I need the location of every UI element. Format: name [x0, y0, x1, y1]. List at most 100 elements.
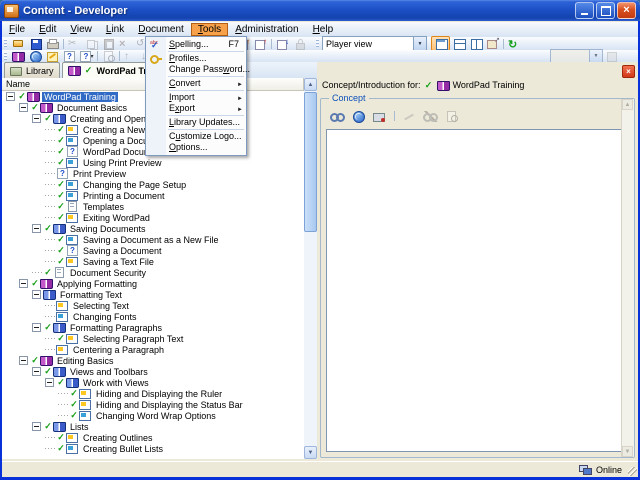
tree-item[interactable]: Lists	[2, 421, 304, 432]
menu-customize-logo[interactable]: Customize Logo...	[146, 131, 246, 142]
menubar-item[interactable]: Edit	[32, 23, 63, 36]
tree-item[interactable]: Views and Toolbars	[2, 366, 304, 377]
menubar-item[interactable]: Link	[99, 23, 131, 36]
title-bar[interactable]: Content - Developer ×	[0, 0, 640, 21]
collapse-expander-icon[interactable]	[19, 356, 28, 365]
edit-properties-button[interactable]	[44, 50, 61, 62]
tree-item[interactable]: Changing Fonts	[2, 311, 304, 322]
scroll-up-icon[interactable]: ▲	[304, 78, 317, 91]
tree-scrollbar[interactable]: ▲ ▼	[304, 78, 317, 459]
concept-editor[interactable]	[326, 129, 629, 452]
refresh-button[interactable]	[506, 38, 523, 50]
preview-link-button[interactable]	[443, 110, 460, 122]
collapse-expander-icon[interactable]	[45, 378, 54, 387]
menu-spelling[interactable]: Spelling... F7	[146, 38, 246, 51]
menu-options[interactable]: Options...	[146, 142, 246, 153]
menu-import[interactable]: Import	[146, 92, 246, 103]
split-vertical-view-button[interactable]	[467, 38, 484, 50]
tree-item[interactable]: Print Preview	[2, 168, 304, 179]
collapse-expander-icon[interactable]	[32, 422, 41, 431]
pane-close-icon[interactable]	[622, 65, 635, 78]
tree-item[interactable]: Saving a Document	[2, 245, 304, 256]
paste-button[interactable]	[100, 38, 117, 50]
maximize-button[interactable]	[596, 2, 615, 19]
open-button[interactable]	[10, 38, 27, 50]
tree-item[interactable]: Hiding and Displaying the Ruler	[2, 388, 304, 399]
tree-item[interactable]: Creating Outlines	[2, 432, 304, 443]
tree-item[interactable]: Editing Basics	[2, 355, 304, 366]
collapse-expander-icon[interactable]	[32, 290, 41, 299]
tree-item[interactable]: Hiding and Displaying the Status Bar	[2, 399, 304, 410]
menubar-item[interactable]: Help	[306, 23, 341, 36]
resize-grip[interactable]	[628, 467, 637, 476]
menu-convert[interactable]: Convert	[146, 78, 246, 89]
question-button[interactable]	[61, 50, 78, 62]
toolbar-drag-handle[interactable]	[4, 51, 7, 61]
collapse-expander-icon[interactable]	[19, 279, 28, 288]
menubar-item[interactable]: Administration	[228, 23, 305, 36]
insert-file-link-button[interactable]	[371, 110, 388, 122]
tree-item[interactable]: Creating Bullet Lists	[2, 443, 304, 454]
tree-item[interactable]: Formatting Text	[2, 289, 304, 300]
tree-item[interactable]: Formatting Paragraphs	[2, 322, 304, 333]
copy-button[interactable]	[83, 38, 100, 50]
menu-profiles[interactable]: Profiles...	[146, 53, 246, 64]
menubar-item[interactable]: Document	[131, 23, 191, 36]
edit-button[interactable]	[401, 110, 418, 122]
tree-item[interactable]: Exiting WordPad	[2, 212, 304, 223]
tree-item[interactable]: Using Print Preview	[2, 157, 304, 168]
delete-button[interactable]	[117, 38, 134, 50]
check-out-button[interactable]	[252, 37, 269, 50]
menu-change-password[interactable]: Change Password...	[146, 64, 250, 75]
tree-item[interactable]: Printing a Document	[2, 190, 304, 201]
import-content-button[interactable]	[274, 37, 291, 50]
move-up-button[interactable]	[122, 50, 139, 62]
collapse-expander-icon[interactable]	[32, 367, 41, 376]
tree-item[interactable]: Saving a Document as a New File	[2, 234, 304, 245]
collapse-expander-icon[interactable]	[32, 224, 41, 233]
go-button[interactable]	[603, 50, 620, 62]
new-lesson-button[interactable]	[10, 50, 27, 62]
preview-button[interactable]	[100, 50, 117, 62]
close-button[interactable]: ×	[617, 2, 636, 19]
editor-scrollbar[interactable]: ▲ ▼	[621, 99, 634, 457]
print-button[interactable]	[44, 38, 61, 50]
toolbar-drag-handle[interactable]	[316, 39, 319, 48]
cut-button[interactable]	[66, 38, 83, 50]
split-horizontal-view-button[interactable]	[450, 38, 467, 50]
tree-item[interactable]: Saving Documents	[2, 223, 304, 234]
tree-item[interactable]: Selecting Text	[2, 300, 304, 311]
menubar-item[interactable]: File	[2, 23, 32, 36]
chevron-down-icon[interactable]	[413, 37, 426, 50]
insert-link-button[interactable]	[329, 110, 346, 122]
tree-item[interactable]: Work with Views	[2, 377, 304, 388]
scroll-down-icon[interactable]: ▼	[304, 446, 317, 459]
tree-item[interactable]: Applying Formatting	[2, 278, 304, 289]
single-pane-view-button[interactable]	[431, 36, 450, 51]
tree-item[interactable]: Saving a Text File	[2, 256, 304, 267]
menu-export[interactable]: Export	[146, 103, 246, 114]
float-view-button[interactable]	[484, 36, 501, 50]
toolbar-drag-handle[interactable]	[4, 39, 7, 48]
tree-item[interactable]: Selecting Paragraph Text	[2, 333, 304, 344]
scroll-down-icon[interactable]: ▼	[622, 446, 633, 457]
collapse-expander-icon[interactable]	[32, 323, 41, 332]
remove-link-button[interactable]	[422, 110, 439, 122]
insert-web-link-button[interactable]	[350, 110, 367, 123]
tree-item[interactable]: Changing the Page Setup	[2, 179, 304, 190]
tab-library[interactable]: Library	[4, 62, 60, 78]
tree-item[interactable]: Document Security	[2, 267, 304, 278]
question-menu-button[interactable]: ▾	[78, 50, 95, 62]
lock-button[interactable]	[291, 38, 308, 50]
tree-item[interactable]: Centering a Paragraph	[2, 344, 304, 355]
tree-item[interactable]: Changing Word Wrap Options	[2, 410, 304, 421]
menubar-item[interactable]: View	[63, 23, 99, 36]
view-combo[interactable]: Player view	[322, 36, 427, 51]
tree-item[interactable]: Templates	[2, 201, 304, 212]
player-preview-button[interactable]	[27, 50, 44, 63]
collapse-expander-icon[interactable]	[32, 114, 41, 123]
collapse-expander-icon[interactable]	[19, 103, 28, 112]
save-button[interactable]	[27, 38, 44, 50]
scrollbar-thumb[interactable]	[304, 92, 317, 232]
menubar-item[interactable]: Tools	[190, 23, 229, 36]
